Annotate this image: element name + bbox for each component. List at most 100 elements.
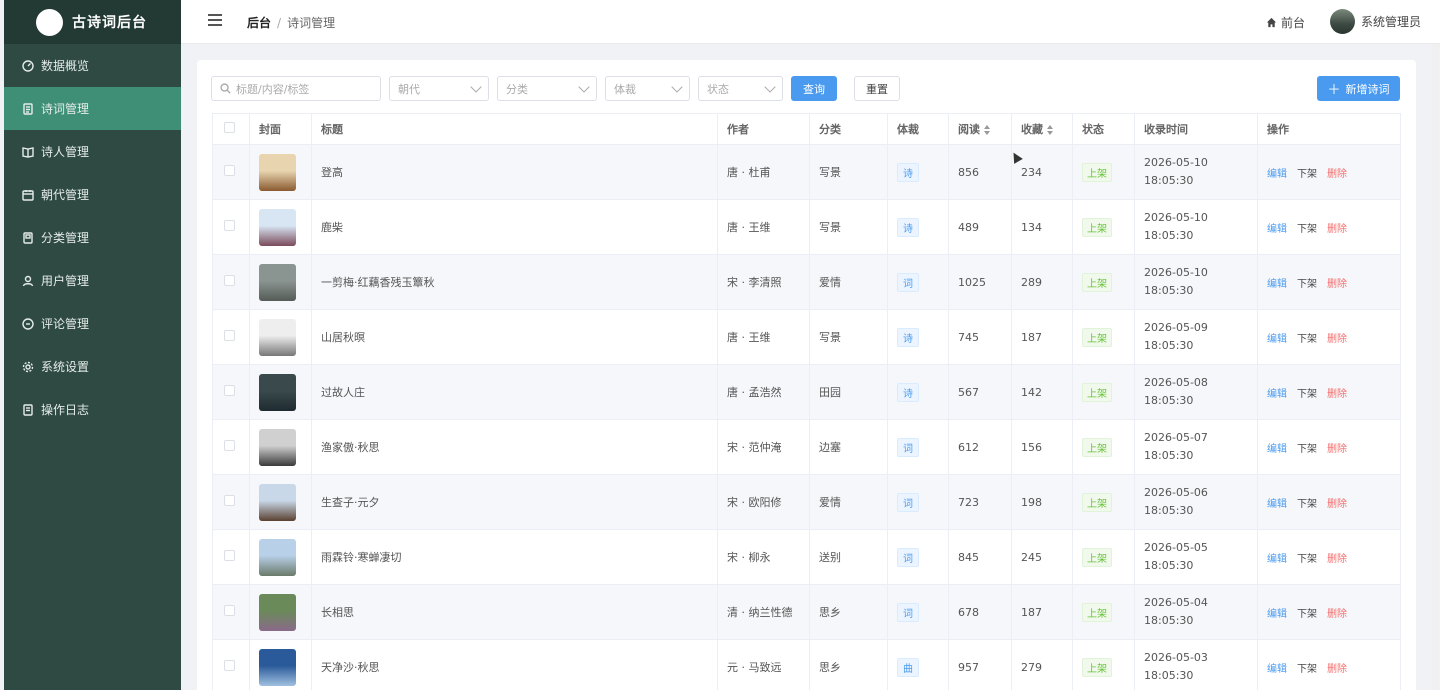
sidebar-item[interactable]: 诗人管理 — [4, 130, 181, 173]
page-scrollbar[interactable] — [1432, 44, 1439, 690]
sidebar-item[interactable]: 评论管理 — [4, 302, 181, 345]
edit-button[interactable]: 编辑 — [1267, 169, 1287, 180]
table-row[interactable]: 渔家傲·秋思 宋 · 范仲淹 边塞 词 612 156 上架 2026-05-0… — [212, 419, 1401, 475]
front-link[interactable]: 前台 — [1266, 14, 1305, 31]
row-checkbox[interactable] — [224, 220, 235, 231]
delete-button[interactable]: 删除 — [1327, 499, 1347, 510]
take-down-button[interactable]: 下架 — [1297, 664, 1317, 675]
user-menu[interactable]: 系统管理员 — [1330, 9, 1421, 34]
row-checkbox[interactable] — [224, 385, 235, 396]
add-poem-button[interactable]: ＋ 新增诗词 — [1317, 76, 1400, 101]
sidebar-item[interactable]: 朝代管理 — [4, 173, 181, 216]
table-row[interactable]: 山居秋暝 唐 · 王维 写景 诗 745 187 上架 2026-05-09 18… — [212, 309, 1401, 365]
poem-cover-image[interactable] — [259, 263, 296, 301]
sidebar-item[interactable]: 系统设置 — [4, 345, 181, 388]
edit-button[interactable]: 编辑 — [1267, 499, 1287, 510]
poem-cover-image[interactable] — [259, 153, 296, 191]
menu-toggle-icon[interactable] — [208, 14, 222, 28]
table-row[interactable]: 过故人庄 唐 · 孟浩然 田园 诗 567 142 上架 2026-05-08 1… — [212, 364, 1401, 420]
poem-cover-image[interactable] — [259, 208, 296, 246]
delete-button[interactable]: 删除 — [1327, 609, 1347, 620]
delete-button[interactable]: 删除 — [1327, 334, 1347, 345]
row-select-cell[interactable] — [212, 144, 250, 200]
row-select-cell[interactable] — [212, 584, 250, 640]
row-checkbox[interactable] — [224, 330, 235, 341]
table-row[interactable]: 雨霖铃·寒蝉凄切 宋 · 柳永 送别 词 845 245 上架 2026-05-… — [212, 529, 1401, 585]
row-select-cell[interactable] — [212, 419, 250, 475]
sidebar-item[interactable]: 分类管理 — [4, 216, 181, 259]
dynasty-select[interactable]: 朝代 — [389, 76, 489, 101]
delete-button[interactable]: 删除 — [1327, 224, 1347, 235]
take-down-button[interactable]: 下架 — [1297, 554, 1317, 565]
sidebar-item[interactable]: 数据概览 — [4, 44, 181, 87]
delete-button[interactable]: 删除 — [1327, 169, 1347, 180]
take-down-button[interactable]: 下架 — [1297, 609, 1317, 620]
row-checkbox[interactable] — [224, 605, 235, 616]
delete-button[interactable]: 删除 — [1327, 279, 1347, 290]
poem-cover-image[interactable] — [259, 538, 296, 576]
edit-button[interactable]: 编辑 — [1267, 609, 1287, 620]
row-select-cell[interactable] — [212, 529, 250, 585]
poem-cover-image[interactable] — [259, 593, 296, 631]
edit-button[interactable]: 编辑 — [1267, 224, 1287, 235]
take-down-button[interactable]: 下架 — [1297, 279, 1317, 290]
delete-button[interactable]: 删除 — [1327, 664, 1347, 675]
take-down-button[interactable]: 下架 — [1297, 334, 1317, 345]
table-row[interactable]: 一剪梅·红藕香残玉簟秋 宋 · 李清照 爱情 词 1025 289 上架 202… — [212, 254, 1401, 310]
status-select[interactable]: 状态 — [698, 76, 783, 101]
edit-button[interactable]: 编辑 — [1267, 444, 1287, 455]
edit-button[interactable]: 编辑 — [1267, 554, 1287, 565]
poem-title: 鹿柴 — [311, 199, 718, 255]
poem-cover-image[interactable] — [259, 648, 296, 686]
row-select-cell[interactable] — [212, 639, 250, 690]
take-down-button[interactable]: 下架 — [1297, 224, 1317, 235]
take-down-button[interactable]: 下架 — [1297, 444, 1317, 455]
delete-button[interactable]: 删除 — [1327, 444, 1347, 455]
poem-cover-image[interactable] — [259, 428, 296, 466]
row-select-cell[interactable] — [212, 309, 250, 365]
row-checkbox[interactable] — [224, 550, 235, 561]
select-all-checkbox[interactable] — [224, 122, 235, 133]
sidebar-item[interactable]: 诗词管理 — [4, 87, 181, 130]
row-checkbox[interactable] — [224, 165, 235, 176]
table-row[interactable]: 生查子·元夕 宋 · 欧阳修 爱情 词 723 198 上架 2026-05-0… — [212, 474, 1401, 530]
poem-cover-image[interactable] — [259, 318, 296, 356]
row-select-cell[interactable] — [212, 474, 250, 530]
take-down-button[interactable]: 下架 — [1297, 169, 1317, 180]
row-checkbox[interactable] — [224, 660, 235, 671]
row-checkbox[interactable] — [224, 440, 235, 451]
delete-button[interactable]: 删除 — [1327, 554, 1347, 565]
sidebar-item[interactable]: 用户管理 — [4, 259, 181, 302]
app-logo[interactable]: 古诗词后台 — [4, 0, 181, 44]
row-select-cell[interactable] — [212, 364, 250, 420]
table-row[interactable]: 长相思 清 · 纳兰性德 思乡 词 678 187 上架 2026-05-04 1… — [212, 584, 1401, 640]
search-input[interactable]: 标题/内容/标签 — [211, 76, 381, 101]
sort-icon[interactable] — [1047, 125, 1053, 135]
row-checkbox[interactable] — [224, 495, 235, 506]
col-favorites[interactable]: 收藏 — [1011, 113, 1073, 145]
poem-cover-image[interactable] — [259, 483, 296, 521]
genre-select[interactable]: 体裁 — [605, 76, 690, 101]
breadcrumb-home[interactable]: 后台 — [247, 16, 271, 30]
table-row[interactable]: 天净沙·秋思 元 · 马致远 思乡 曲 957 279 上架 2026-05-0… — [212, 639, 1401, 690]
table-row[interactable]: 鹿柴 唐 · 王维 写景 诗 489 134 上架 2026-05-10 18:0… — [212, 199, 1401, 255]
edit-button[interactable]: 编辑 — [1267, 334, 1287, 345]
col-views[interactable]: 阅读 — [948, 113, 1012, 145]
edit-button[interactable]: 编辑 — [1267, 389, 1287, 400]
sort-icon[interactable] — [984, 125, 990, 135]
row-select-cell[interactable] — [212, 199, 250, 255]
row-checkbox[interactable] — [224, 275, 235, 286]
select-all-cell[interactable] — [212, 113, 250, 145]
row-select-cell[interactable] — [212, 254, 250, 310]
edit-button[interactable]: 编辑 — [1267, 664, 1287, 675]
delete-button[interactable]: 删除 — [1327, 389, 1347, 400]
query-button[interactable]: 查询 — [791, 76, 837, 101]
take-down-button[interactable]: 下架 — [1297, 499, 1317, 510]
poem-cover-image[interactable] — [259, 373, 296, 411]
category-select[interactable]: 分类 — [497, 76, 597, 101]
sidebar-item[interactable]: 操作日志 — [4, 388, 181, 431]
reset-button[interactable]: 重置 — [854, 76, 900, 101]
edit-button[interactable]: 编辑 — [1267, 279, 1287, 290]
take-down-button[interactable]: 下架 — [1297, 389, 1317, 400]
table-row[interactable]: 登高 唐 · 杜甫 写景 诗 856 234 上架 2026-05-10 18:0… — [212, 144, 1401, 200]
